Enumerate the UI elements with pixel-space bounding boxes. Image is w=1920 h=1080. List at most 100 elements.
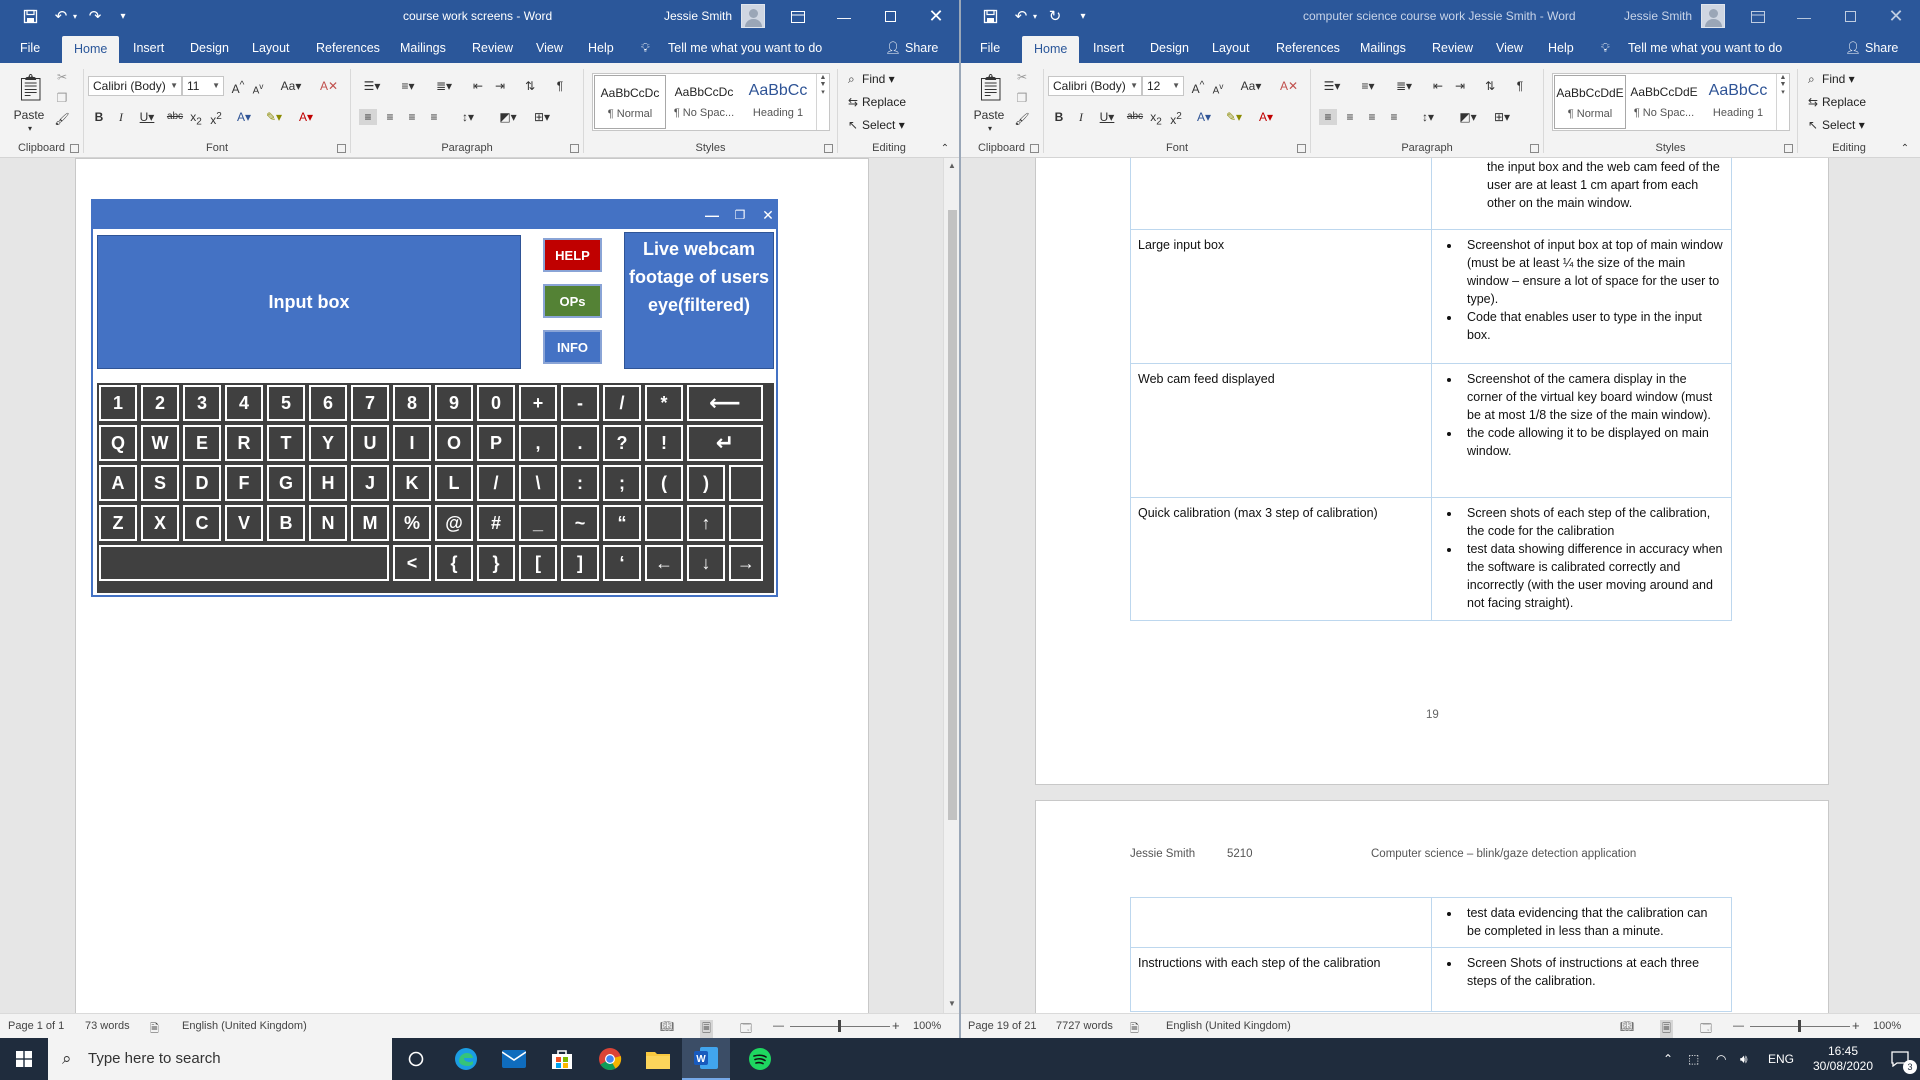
- volume-icon[interactable]: 🔊︎: [1740, 1038, 1748, 1080]
- change-case-icon[interactable]: Aa▾: [1238, 78, 1264, 94]
- scroll-thumb[interactable]: [948, 210, 957, 820]
- superscript-icon[interactable]: x2: [208, 109, 224, 128]
- tab-insert[interactable]: Insert: [1093, 33, 1124, 63]
- underline-icon[interactable]: U▾: [1096, 109, 1118, 125]
- file-explorer-icon[interactable]: [634, 1038, 682, 1080]
- avatar[interactable]: [1701, 4, 1725, 28]
- shrink-font-icon[interactable]: Av: [1210, 78, 1226, 99]
- clock[interactable]: 16:45 30/08/2020: [1808, 1038, 1878, 1080]
- style-normal[interactable]: AaBbCcDc ¶ Normal: [594, 75, 666, 129]
- user-name[interactable]: Jessie Smith: [664, 9, 732, 23]
- format-painter-icon[interactable]: 🖌︎: [54, 111, 70, 127]
- align-left-icon[interactable]: ≡: [1319, 109, 1337, 125]
- language[interactable]: English (United Kingdom): [182, 1020, 307, 1032]
- find-button[interactable]: ⌕ Find ▾: [1808, 71, 1855, 87]
- italic-icon[interactable]: I: [114, 109, 128, 125]
- replace-button[interactable]: ⇆ Replace: [848, 94, 906, 110]
- sort-icon[interactable]: ⇅: [1481, 78, 1499, 94]
- tab-home[interactable]: Home: [1022, 36, 1080, 63]
- maximize-icon[interactable]: [867, 0, 913, 33]
- align-right-icon[interactable]: ≡: [1363, 109, 1381, 125]
- repeat-icon[interactable]: ↻: [1044, 7, 1066, 25]
- line-spacing-icon[interactable]: ↕▾: [455, 109, 481, 125]
- scroll-down-icon[interactable]: ▼: [944, 996, 960, 1012]
- scroll-up-icon[interactable]: ▲: [944, 158, 960, 174]
- spotify-icon[interactable]: [736, 1038, 784, 1080]
- format-painter-icon[interactable]: 🖌︎: [1014, 111, 1030, 127]
- taskbar-search-box[interactable]: ⌕ Type here to search: [48, 1038, 392, 1080]
- share-button[interactable]: Share: [1865, 33, 1898, 63]
- tab-file[interactable]: File: [20, 33, 40, 63]
- tab-mailings[interactable]: Mailings: [400, 33, 446, 63]
- bold-icon[interactable]: B: [92, 109, 106, 125]
- increase-indent-icon[interactable]: ⇥: [1451, 78, 1469, 94]
- grow-font-icon[interactable]: A^: [230, 78, 246, 97]
- borders-icon[interactable]: ⊞▾: [1489, 109, 1515, 125]
- shading-icon[interactable]: ◩▾: [1455, 109, 1481, 125]
- copy-icon[interactable]: ❐: [54, 90, 70, 106]
- copy-icon[interactable]: ❐: [1014, 90, 1030, 106]
- save-icon[interactable]: [20, 7, 40, 25]
- borders-icon[interactable]: ⊞▾: [529, 109, 555, 125]
- pilcrow-icon[interactable]: ¶: [1511, 78, 1529, 94]
- notification-icon[interactable]: 3: [1880, 1038, 1920, 1080]
- styles-launcher-icon[interactable]: x: [1784, 144, 1793, 153]
- font-size-combo[interactable]: 12 ▼: [1142, 76, 1184, 96]
- redo-icon[interactable]: ↷: [84, 7, 106, 25]
- align-center-icon[interactable]: ≡: [381, 109, 399, 125]
- task-view-icon[interactable]: [392, 1038, 440, 1080]
- clipboard-launcher-icon[interactable]: x: [70, 144, 79, 153]
- collapse-ribbon-icon[interactable]: ⌃: [1898, 141, 1912, 157]
- tab-insert[interactable]: Insert: [133, 33, 164, 63]
- style-no-spacing[interactable]: AaBbCcDc ¶ No Spac...: [668, 75, 740, 129]
- styles-more-icon[interactable]: ▲ ▼ ▾: [1776, 74, 1789, 130]
- pilcrow-icon[interactable]: ¶: [551, 78, 569, 94]
- bullets-icon[interactable]: ☰▾: [359, 78, 385, 94]
- multilevel-list-icon[interactable]: ≣▾: [431, 78, 457, 94]
- tell-me-search[interactable]: Tell me what you want to do: [1628, 33, 1782, 63]
- numbering-icon[interactable]: ≡▾: [395, 78, 421, 94]
- zoom-in-icon[interactable]: +: [892, 1018, 900, 1033]
- tab-references[interactable]: References: [316, 33, 380, 63]
- tab-design[interactable]: Design: [190, 33, 229, 63]
- word-taskbar-icon[interactable]: W: [682, 1038, 730, 1080]
- web-layout-icon[interactable]: 🗔︎: [740, 1020, 752, 1038]
- highlight-icon[interactable]: ✎▾: [262, 109, 286, 125]
- styles-more-icon[interactable]: ▲ ▼ ▾: [816, 74, 829, 130]
- tray-app-icon[interactable]: ⬚: [1688, 1038, 1699, 1080]
- font-color-icon[interactable]: A▾: [1254, 109, 1278, 125]
- strikethrough-icon[interactable]: abc: [1126, 109, 1144, 125]
- font-name-combo[interactable]: Calibri (Body) ▼: [88, 76, 182, 96]
- mail-icon[interactable]: [490, 1038, 538, 1080]
- shrink-font-icon[interactable]: Av: [250, 78, 266, 99]
- share-button[interactable]: Share: [905, 33, 938, 63]
- text-effects-icon[interactable]: A▾: [232, 109, 256, 125]
- align-left-icon[interactable]: ≡: [359, 109, 377, 125]
- page-count[interactable]: Page 19 of 21: [968, 1020, 1037, 1032]
- maximize-icon[interactable]: [1827, 0, 1873, 33]
- tab-layout[interactable]: Layout: [1212, 33, 1250, 63]
- edge-icon[interactable]: [442, 1038, 490, 1080]
- close-icon[interactable]: ✕: [913, 0, 959, 33]
- style-heading-1[interactable]: AaBbCc Heading 1: [1702, 75, 1774, 129]
- text-effects-icon[interactable]: A▾: [1192, 109, 1216, 125]
- tab-view[interactable]: View: [536, 33, 563, 63]
- print-layout-icon[interactable]: 🗏︎: [700, 1020, 713, 1038]
- clear-formatting-icon[interactable]: A✕: [320, 78, 338, 94]
- paragraph-launcher-icon[interactable]: x: [570, 144, 579, 153]
- change-case-icon[interactable]: Aa▾: [278, 78, 304, 94]
- justify-icon[interactable]: ≡: [425, 109, 443, 125]
- zoom-knob[interactable]: [838, 1020, 841, 1032]
- style-normal[interactable]: AaBbCcDdE ¶ Normal: [1554, 75, 1626, 129]
- cut-icon[interactable]: ✂: [1014, 69, 1030, 85]
- clipboard-launcher-icon[interactable]: x: [1030, 144, 1039, 153]
- font-color-icon[interactable]: A▾: [294, 109, 318, 125]
- subscript-icon[interactable]: x2: [188, 109, 204, 130]
- paste-icon[interactable]: 📋︎: [14, 71, 47, 103]
- undo-dropdown-icon[interactable]: ▾: [70, 7, 80, 25]
- user-name[interactable]: Jessie Smith: [1624, 9, 1692, 23]
- bullets-icon[interactable]: ☰▾: [1319, 78, 1345, 94]
- zoom-knob[interactable]: [1798, 1020, 1801, 1032]
- proofing-icon[interactable]: 🗎︎: [1130, 1020, 1139, 1038]
- undo-icon[interactable]: ↶: [1010, 7, 1032, 25]
